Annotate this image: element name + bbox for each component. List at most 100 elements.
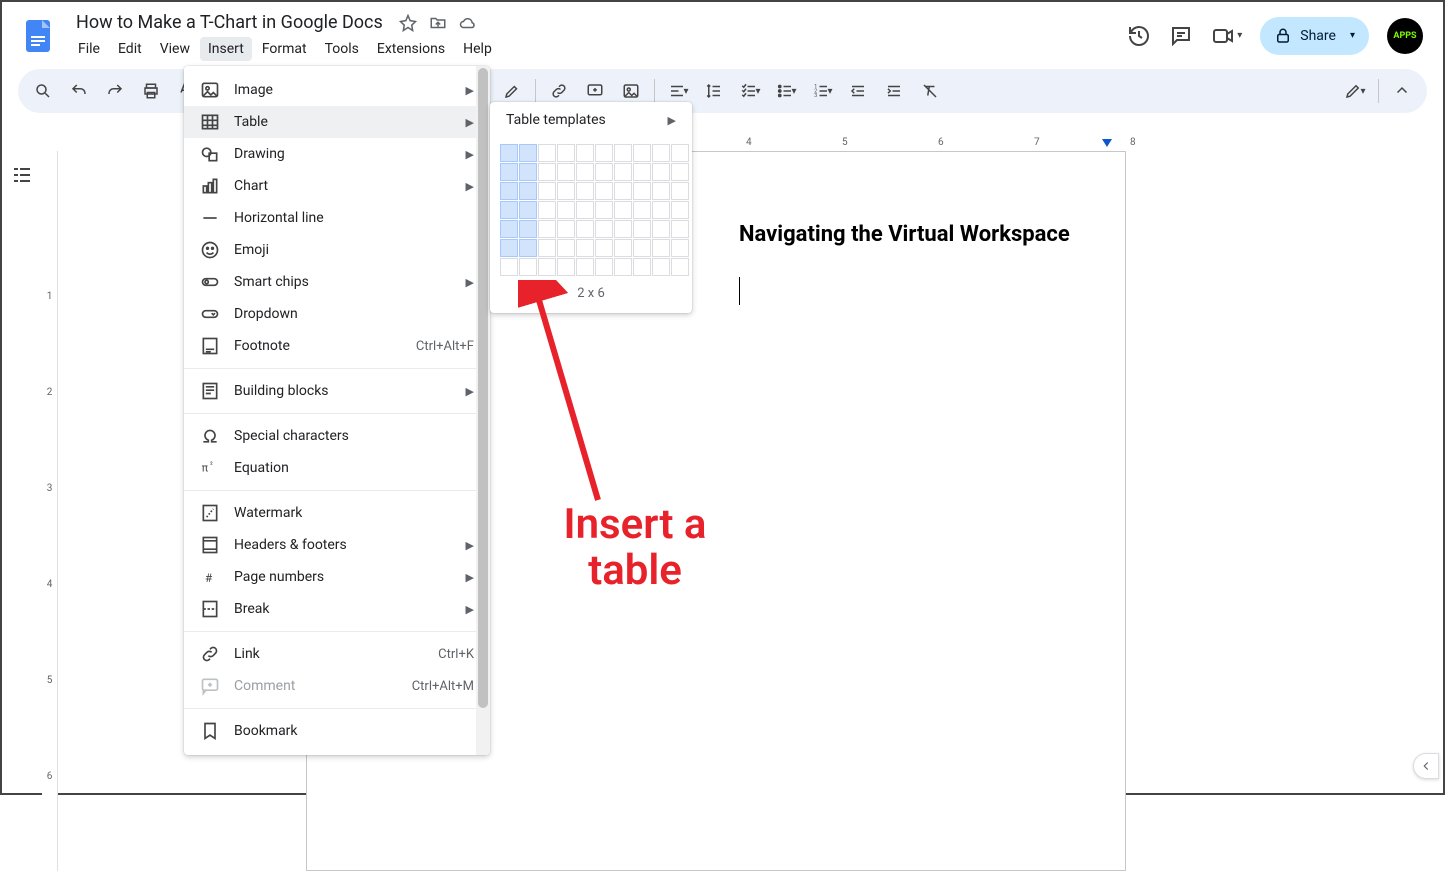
grid-cell[interactable] [633,144,651,162]
grid-cell[interactable] [652,201,670,219]
menu-item-page-numbers[interactable]: #Page numbers▶ [184,561,490,593]
menu-item-dropdown[interactable]: Dropdown [184,298,490,330]
grid-cell[interactable] [633,163,651,181]
menu-item-break[interactable]: Break▶ [184,593,490,625]
grid-cell[interactable] [595,163,613,181]
menu-item-bookmark[interactable]: Bookmark [184,715,490,747]
grid-cell[interactable] [652,239,670,257]
bulleted-list-button[interactable]: ▾ [771,76,801,106]
grid-cell[interactable] [633,201,651,219]
grid-cell[interactable] [595,258,613,276]
grid-cell[interactable] [500,163,518,181]
grid-cell[interactable] [595,182,613,200]
grid-cell[interactable] [614,220,632,238]
collapse-toolbar-button[interactable] [1387,76,1417,106]
grid-cell[interactable] [652,258,670,276]
grid-cell[interactable] [652,163,670,181]
cloud-icon[interactable] [459,14,477,32]
grid-cell[interactable] [671,144,689,162]
numbered-list-button[interactable]: 123▾ [807,76,837,106]
menu-help[interactable]: Help [455,37,500,61]
grid-cell[interactable] [595,220,613,238]
grid-cell[interactable] [633,258,651,276]
grid-cell[interactable] [557,220,575,238]
menu-item-chart[interactable]: Chart▶ [184,170,490,202]
menu-item-footnote[interactable]: FootnoteCtrl+Alt+F [184,330,490,362]
meet-icon[interactable]: ▾ [1211,24,1242,48]
grid-cell[interactable] [557,201,575,219]
menu-item-equation[interactable]: π²Equation [184,452,490,484]
menu-item-smart-chips[interactable]: Smart chips▶ [184,266,490,298]
menu-item-watermark[interactable]: Watermark [184,497,490,529]
menu-scrollbar[interactable] [476,66,490,755]
menu-item-table[interactable]: Table▶ [184,106,490,138]
menu-view[interactable]: View [152,37,198,61]
grid-cell[interactable] [614,258,632,276]
table-templates-item[interactable]: Table templates ▶ [490,102,692,138]
grid-cell[interactable] [500,144,518,162]
grid-cell[interactable] [538,201,556,219]
menu-item-building-blocks[interactable]: Building blocks▶ [184,375,490,407]
grid-cell[interactable] [576,201,594,219]
grid-cell[interactable] [652,220,670,238]
grid-cell[interactable] [576,220,594,238]
menu-edit[interactable]: Edit [110,37,150,61]
checklist-button[interactable]: ▾ [735,76,765,106]
docs-logo[interactable] [18,16,58,56]
grid-cell[interactable] [519,258,537,276]
grid-cell[interactable] [671,163,689,181]
comments-icon[interactable] [1169,24,1193,48]
grid-cell[interactable] [538,163,556,181]
grid-cell[interactable] [519,144,537,162]
grid-cell[interactable] [671,201,689,219]
grid-cell[interactable] [557,258,575,276]
grid-cell[interactable] [652,182,670,200]
account-avatar[interactable]: APPS [1387,18,1423,54]
grid-cell[interactable] [576,258,594,276]
grid-cell[interactable] [595,144,613,162]
grid-cell[interactable] [595,239,613,257]
grid-cell[interactable] [576,182,594,200]
grid-cell[interactable] [538,182,556,200]
grid-cell[interactable] [500,201,518,219]
explore-button[interactable] [1413,753,1439,779]
grid-cell[interactable] [576,239,594,257]
menu-file[interactable]: File [70,37,108,61]
grid-cell[interactable] [576,144,594,162]
grid-cell[interactable] [633,182,651,200]
menu-item-image[interactable]: Image▶ [184,74,490,106]
menu-extensions[interactable]: Extensions [369,37,453,61]
undo-button[interactable] [64,76,94,106]
grid-cell[interactable] [538,239,556,257]
print-button[interactable] [136,76,166,106]
grid-cell[interactable] [500,258,518,276]
menu-item-special-characters[interactable]: Special characters [184,420,490,452]
redo-button[interactable] [100,76,130,106]
table-size-grid[interactable] [490,138,692,282]
right-margin-marker[interactable] [1102,139,1112,147]
document-outline-button[interactable] [10,163,34,794]
menu-item-link[interactable]: LinkCtrl+K [184,638,490,670]
grid-cell[interactable] [576,163,594,181]
grid-cell[interactable] [595,201,613,219]
grid-cell[interactable] [500,220,518,238]
grid-cell[interactable] [519,220,537,238]
grid-cell[interactable] [557,163,575,181]
menu-format[interactable]: Format [254,37,315,61]
move-icon[interactable] [429,14,447,32]
grid-cell[interactable] [519,182,537,200]
grid-cell[interactable] [633,239,651,257]
grid-cell[interactable] [671,220,689,238]
clear-formatting-button[interactable] [915,76,945,106]
grid-cell[interactable] [671,258,689,276]
menu-item-emoji[interactable]: Emoji [184,234,490,266]
grid-cell[interactable] [519,163,537,181]
line-spacing-button[interactable] [699,76,729,106]
grid-cell[interactable] [614,144,632,162]
increase-indent-button[interactable] [879,76,909,106]
share-button[interactable]: Share ▾ [1260,17,1369,55]
menu-item-drawing[interactable]: Drawing▶ [184,138,490,170]
grid-cell[interactable] [538,220,556,238]
grid-cell[interactable] [519,239,537,257]
grid-cell[interactable] [614,163,632,181]
